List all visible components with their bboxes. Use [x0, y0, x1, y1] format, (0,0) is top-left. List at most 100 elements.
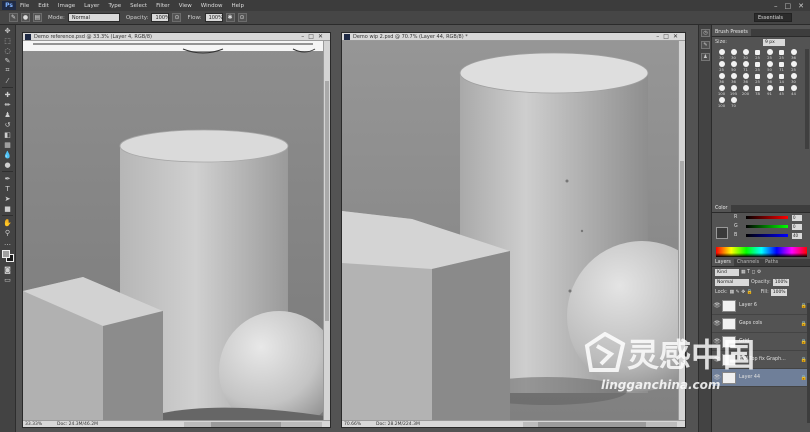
- brush-preset[interactable]: 25: [752, 61, 763, 72]
- quick-mask-icon[interactable]: ◙: [2, 265, 13, 274]
- opacity-field[interactable]: 100%: [151, 13, 170, 22]
- brush-preset[interactable]: 91: [764, 85, 775, 96]
- menu-file[interactable]: File: [20, 3, 29, 9]
- brush-preset[interactable]: 25: [716, 61, 727, 72]
- layer-name[interactable]: Grid: [739, 339, 749, 344]
- brush-preset[interactable]: 30: [788, 73, 799, 84]
- layer-row[interactable]: 👁 Layer 6 🔒: [712, 297, 810, 315]
- horizontal-scrollbar[interactable]: [183, 421, 322, 427]
- brush-preset[interactable]: 25: [788, 61, 799, 72]
- filter-icons[interactable]: ▦ T ◻ ⚙: [741, 270, 761, 275]
- menu-image[interactable]: Image: [58, 3, 75, 9]
- pressure-size-icon[interactable]: ⊙: [237, 13, 247, 22]
- brush-preset[interactable]: 50: [728, 61, 739, 72]
- menu-window[interactable]: Window: [201, 3, 223, 9]
- menu-type[interactable]: Type: [108, 3, 121, 9]
- brush-preset[interactable]: 45: [776, 85, 787, 96]
- path-selection-tool-icon[interactable]: ➤: [2, 194, 13, 203]
- menu-filter[interactable]: Filter: [156, 3, 170, 9]
- brush-presets-scrollbar[interactable]: [805, 49, 809, 149]
- channel-value[interactable]: 40: [792, 232, 802, 239]
- slider-bar[interactable]: [746, 234, 788, 237]
- fill-field[interactable]: 100%: [770, 288, 787, 296]
- vertical-scrollbar[interactable]: [678, 41, 685, 420]
- airbrush-icon[interactable]: ✱: [225, 13, 235, 22]
- brush-picker-icon[interactable]: ●: [21, 13, 30, 22]
- brush-preset[interactable]: 44: [788, 85, 799, 96]
- blend-mode-select[interactable]: Normal: [715, 278, 749, 286]
- visibility-eye-icon[interactable]: 👁: [712, 338, 722, 345]
- brush-tool-icon[interactable]: ✎: [9, 13, 18, 22]
- brush-tool-icon[interactable]: ✏: [2, 100, 13, 109]
- brush-preset[interactable]: 36: [740, 73, 751, 84]
- brush-preset[interactable]: 70: [728, 97, 739, 108]
- brush-preset[interactable]: 100: [716, 85, 727, 96]
- layer-row[interactable]: 👁 Layer 44 🔒: [712, 369, 810, 387]
- brush-preset[interactable]: 30: [716, 49, 727, 60]
- tab-channels[interactable]: Channels: [734, 259, 762, 266]
- menu-edit[interactable]: Edit: [38, 3, 49, 9]
- visibility-eye-icon[interactable]: 👁: [712, 302, 722, 309]
- brush-preset[interactable]: 25: [776, 49, 787, 60]
- brush-preset[interactable]: 71: [740, 61, 751, 72]
- brush-preset[interactable]: 36: [716, 73, 727, 84]
- flow-field[interactable]: 100%: [204, 13, 223, 22]
- quick-select-tool-icon[interactable]: ✎: [2, 56, 13, 65]
- document-window-controls[interactable]: –□✕: [656, 33, 682, 40]
- visibility-eye-icon[interactable]: 👁: [712, 356, 722, 363]
- slider-red[interactable]: R 0: [730, 213, 810, 222]
- layer-name[interactable]: Layer 44: [739, 375, 760, 380]
- layer-row[interactable]: 👁 Grid 🔒: [712, 333, 810, 351]
- brush-preset[interactable]: 30: [740, 49, 751, 60]
- layer-row[interactable]: 👁 Ball Top fix Graph... 🔒: [712, 351, 810, 369]
- healing-brush-tool-icon[interactable]: ✚: [2, 90, 13, 99]
- zoom-tool-icon[interactable]: ⚲: [2, 228, 13, 237]
- workspace-select[interactable]: Essentials: [754, 13, 792, 22]
- shape-tool-icon[interactable]: ■: [2, 204, 13, 213]
- crop-tool-icon[interactable]: ⌗: [2, 66, 13, 75]
- menu-help[interactable]: Help: [231, 3, 244, 9]
- slider-green[interactable]: G 0: [730, 222, 810, 231]
- eyedropper-tool-icon[interactable]: ⁄: [2, 76, 13, 85]
- type-tool-icon[interactable]: T: [2, 184, 13, 193]
- brush-preset[interactable]: 36: [728, 73, 739, 84]
- screen-mode-icon[interactable]: ▭: [2, 275, 13, 284]
- color-preview-swatch[interactable]: [716, 227, 728, 239]
- zoom-level[interactable]: 33.33%: [23, 422, 43, 427]
- brush-preset[interactable]: 14: [776, 73, 787, 84]
- layer-name[interactable]: Gaps cols: [739, 321, 762, 326]
- channel-value[interactable]: 0: [792, 214, 802, 221]
- brush-preset[interactable]: 78: [752, 85, 763, 96]
- tab-brush-presets[interactable]: Brush Presets: [712, 29, 751, 36]
- dodge-tool-icon[interactable]: ●: [2, 160, 13, 169]
- brush-preset[interactable]: 50: [764, 61, 775, 72]
- brush-panel-toggle-icon[interactable]: ▤: [33, 13, 42, 22]
- marquee-tool-icon[interactable]: ⬚: [2, 36, 13, 45]
- layer-name[interactable]: Layer 6: [739, 303, 757, 308]
- color-ramp[interactable]: [716, 247, 807, 257]
- document-window-controls[interactable]: –□✕: [301, 33, 327, 40]
- brush-preset[interactable]: 200: [740, 85, 751, 96]
- document-window-wip[interactable]: Demo wip 2.psd @ 70.7% (Layer 44, RGB/8)…: [341, 32, 686, 428]
- hand-tool-icon[interactable]: ✋: [2, 218, 13, 227]
- brush-preset[interactable]: 36: [788, 49, 799, 60]
- brush-size-field[interactable]: 9 px: [762, 38, 785, 46]
- horizontal-scrollbar[interactable]: [522, 421, 677, 427]
- visibility-eye-icon[interactable]: 👁: [712, 374, 722, 381]
- clone-stamp-tool-icon[interactable]: ♟: [2, 110, 13, 119]
- eraser-tool-icon[interactable]: ◧: [2, 130, 13, 139]
- menu-layer[interactable]: Layer: [84, 3, 99, 9]
- brush-preset[interactable]: 25: [752, 49, 763, 60]
- menu-view[interactable]: View: [179, 3, 192, 9]
- slider-blue[interactable]: B 40: [730, 231, 810, 240]
- brush-preset[interactable]: 195: [728, 85, 739, 96]
- color-swatches[interactable]: [1, 249, 15, 263]
- brush-panel-icon[interactable]: ✎: [701, 41, 710, 49]
- more-tools-icon[interactable]: …: [2, 238, 13, 247]
- tab-color[interactable]: Color: [712, 205, 731, 212]
- clone-source-panel-icon[interactable]: ♟: [701, 53, 710, 61]
- slider-bar[interactable]: [746, 225, 788, 228]
- lasso-tool-icon[interactable]: ◌: [2, 46, 13, 55]
- gradient-tool-icon[interactable]: ▦: [2, 140, 13, 149]
- layer-kind-filter[interactable]: Kind: [715, 268, 739, 276]
